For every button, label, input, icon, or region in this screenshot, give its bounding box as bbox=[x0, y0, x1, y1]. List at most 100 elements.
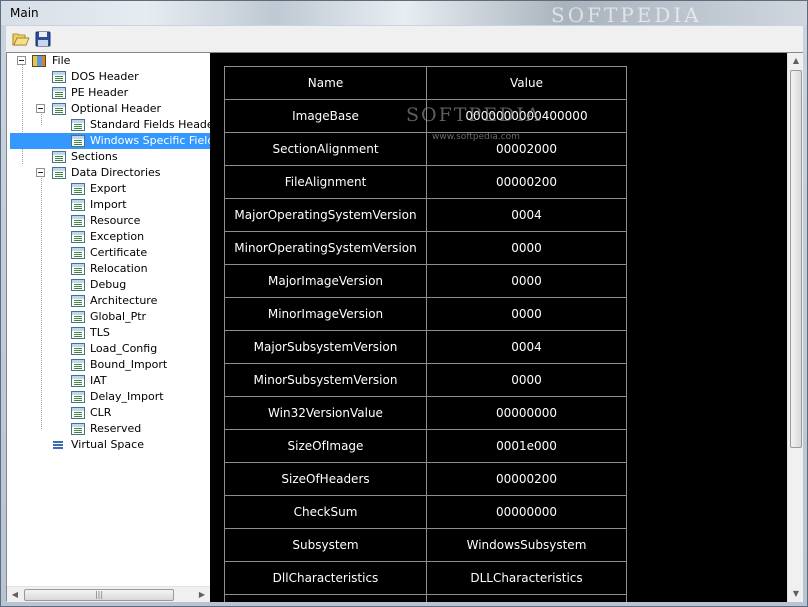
tree-item-label: File bbox=[52, 54, 71, 67]
tree-item-dos-header[interactable]: DOS Header bbox=[7, 69, 210, 85]
tree-item-label: Reserved bbox=[90, 422, 142, 435]
tree-item-standard-fields[interactable]: Standard Fields Header bbox=[7, 117, 210, 133]
table-icon bbox=[71, 119, 85, 131]
scrollbar-thumb[interactable] bbox=[790, 70, 802, 448]
grid-vertical-scrollbar[interactable]: ▲ ▼ bbox=[787, 53, 803, 602]
table-icon bbox=[71, 295, 85, 307]
table-row[interactable]: FileAlignment 00000200 bbox=[224, 165, 627, 199]
title-bar[interactable]: Main SOFTPEDIA bbox=[1, 1, 807, 27]
table-icon bbox=[71, 231, 85, 243]
column-header-value[interactable]: Value bbox=[426, 66, 627, 100]
table-icon bbox=[71, 391, 85, 403]
tree-item-reserved[interactable]: Reserved bbox=[7, 421, 210, 437]
tree-item-virtual-space[interactable]: Virtual Space bbox=[7, 437, 210, 453]
tree-item-export[interactable]: Export bbox=[7, 181, 210, 197]
tree-item-label: TLS bbox=[90, 326, 110, 339]
table-row[interactable]: MajorOperatingSystemVersion 0004 bbox=[224, 198, 627, 232]
cell-name: SizeOfHeaders bbox=[224, 462, 427, 496]
table-header-row: Name Value bbox=[224, 66, 627, 100]
scroll-right-icon[interactable]: ▶ bbox=[194, 587, 210, 603]
tree-item-exception[interactable]: Exception bbox=[7, 229, 210, 245]
cell-name: ImageBase bbox=[224, 99, 427, 133]
tree-item-debug[interactable]: Debug bbox=[7, 277, 210, 293]
tree-item-optional-header[interactable]: Optional Header bbox=[7, 101, 210, 117]
tree-item-label: Exception bbox=[90, 230, 145, 243]
window-title: Main bbox=[10, 6, 39, 20]
cell-name: Subsystem bbox=[224, 528, 427, 562]
client-area: File DOS Header PE Header Optional Heade… bbox=[6, 52, 803, 602]
table-icon bbox=[71, 279, 85, 291]
tree-item-windows-fields[interactable]: Windows Specific Fields bbox=[10, 133, 210, 149]
table-icon bbox=[71, 407, 85, 419]
table-row[interactable]: SectionAlignment 00002000 bbox=[224, 132, 627, 166]
scroll-left-icon[interactable]: ◀ bbox=[7, 587, 23, 603]
tree-item-bound-import[interactable]: Bound_Import bbox=[7, 357, 210, 373]
tree-item-certificate[interactable]: Certificate bbox=[7, 245, 210, 261]
collapse-icon[interactable] bbox=[36, 104, 45, 113]
table-icon bbox=[52, 103, 66, 115]
floppy-disk-icon[interactable] bbox=[33, 29, 53, 49]
scroll-down-icon[interactable]: ▼ bbox=[788, 586, 804, 602]
table-row[interactable]: MinorImageVersion 0000 bbox=[224, 297, 627, 331]
table-row[interactable]: MinorOperatingSystemVersion 0000 bbox=[224, 231, 627, 265]
table-row[interactable]: SizeOfImage 0001e000 bbox=[224, 429, 627, 463]
scroll-up-icon[interactable]: ▲ bbox=[788, 53, 804, 69]
tree-item-tls[interactable]: TLS bbox=[7, 325, 210, 341]
table-icon bbox=[71, 263, 85, 275]
cell-name: SizeOfImage bbox=[224, 429, 427, 463]
table-row[interactable]: CheckSum 00000000 bbox=[224, 495, 627, 529]
tree-item-label: PE Header bbox=[71, 86, 129, 99]
tree-item-label: Data Directories bbox=[71, 166, 161, 179]
cell-name: SectionAlignment bbox=[224, 132, 427, 166]
tree-item-import[interactable]: Import bbox=[7, 197, 210, 213]
cell-value: 0000 bbox=[426, 264, 627, 298]
tree-item-relocation[interactable]: Relocation bbox=[7, 261, 210, 277]
cell-name: MinorOperatingSystemVersion bbox=[224, 231, 427, 265]
softpedia-watermark: SOFTPEDIA bbox=[406, 104, 542, 126]
table-icon bbox=[71, 247, 85, 259]
cell-name: FileAlignment bbox=[224, 165, 427, 199]
table-row[interactable]: DllCharacteristics DLLCharacteristics bbox=[224, 561, 627, 595]
table-icon bbox=[52, 167, 66, 179]
scrollbar-thumb[interactable]: ||| bbox=[24, 589, 174, 601]
tree-item-load-config[interactable]: Load_Config bbox=[7, 341, 210, 357]
table-icon bbox=[52, 151, 66, 163]
pe-structure-tree[interactable]: File DOS Header PE Header Optional Heade… bbox=[7, 53, 210, 586]
tree-item-iat[interactable]: IAT bbox=[7, 373, 210, 389]
cell-value: 00000000 bbox=[426, 396, 627, 430]
table-row[interactable]: Subsystem WindowsSubsystem bbox=[224, 528, 627, 562]
collapse-icon[interactable] bbox=[17, 56, 26, 65]
cell-value: 0004 bbox=[426, 198, 627, 232]
table-row[interactable]: MajorImageVersion 0000 bbox=[224, 264, 627, 298]
column-header-name[interactable]: Name bbox=[224, 66, 427, 100]
tree-horizontal-scrollbar[interactable]: ◀ ||| ▶ bbox=[7, 586, 210, 602]
table-icon bbox=[71, 343, 85, 355]
tree-item-global-ptr[interactable]: Global_Ptr bbox=[7, 309, 210, 325]
tree-item-sections[interactable]: Sections bbox=[7, 149, 210, 165]
table-row[interactable] bbox=[224, 594, 627, 602]
tree-item-file[interactable]: File bbox=[7, 53, 210, 69]
folder-open-icon[interactable] bbox=[11, 29, 31, 49]
list-icon bbox=[52, 439, 66, 451]
table-row[interactable]: MajorSubsystemVersion 0004 bbox=[224, 330, 627, 364]
tree-item-resource[interactable]: Resource bbox=[7, 213, 210, 229]
tree-item-pe-header[interactable]: PE Header bbox=[7, 85, 210, 101]
table-icon bbox=[71, 311, 85, 323]
cell-name: CheckSum bbox=[224, 495, 427, 529]
tree-item-delay-import[interactable]: Delay_Import bbox=[7, 389, 210, 405]
tree-item-label: Delay_Import bbox=[90, 390, 164, 403]
table-icon bbox=[71, 375, 85, 387]
tree-item-data-directories[interactable]: Data Directories bbox=[7, 165, 210, 181]
tree-item-architecture[interactable]: Architecture bbox=[7, 293, 210, 309]
tree-item-label: Standard Fields Header bbox=[90, 118, 210, 131]
table-row[interactable]: Win32VersionValue 00000000 bbox=[224, 396, 627, 430]
cell-value: 0000 bbox=[426, 363, 627, 397]
tree-item-label: Bound_Import bbox=[90, 358, 168, 371]
table-icon bbox=[71, 327, 85, 339]
collapse-icon[interactable] bbox=[36, 168, 45, 177]
cell-value: 00000200 bbox=[426, 462, 627, 496]
table-row[interactable]: MinorSubsystemVersion 0000 bbox=[224, 363, 627, 397]
table-row[interactable]: SizeOfHeaders 00000200 bbox=[224, 462, 627, 496]
tree-item-label: Export bbox=[90, 182, 127, 195]
tree-item-clr[interactable]: CLR bbox=[7, 405, 210, 421]
